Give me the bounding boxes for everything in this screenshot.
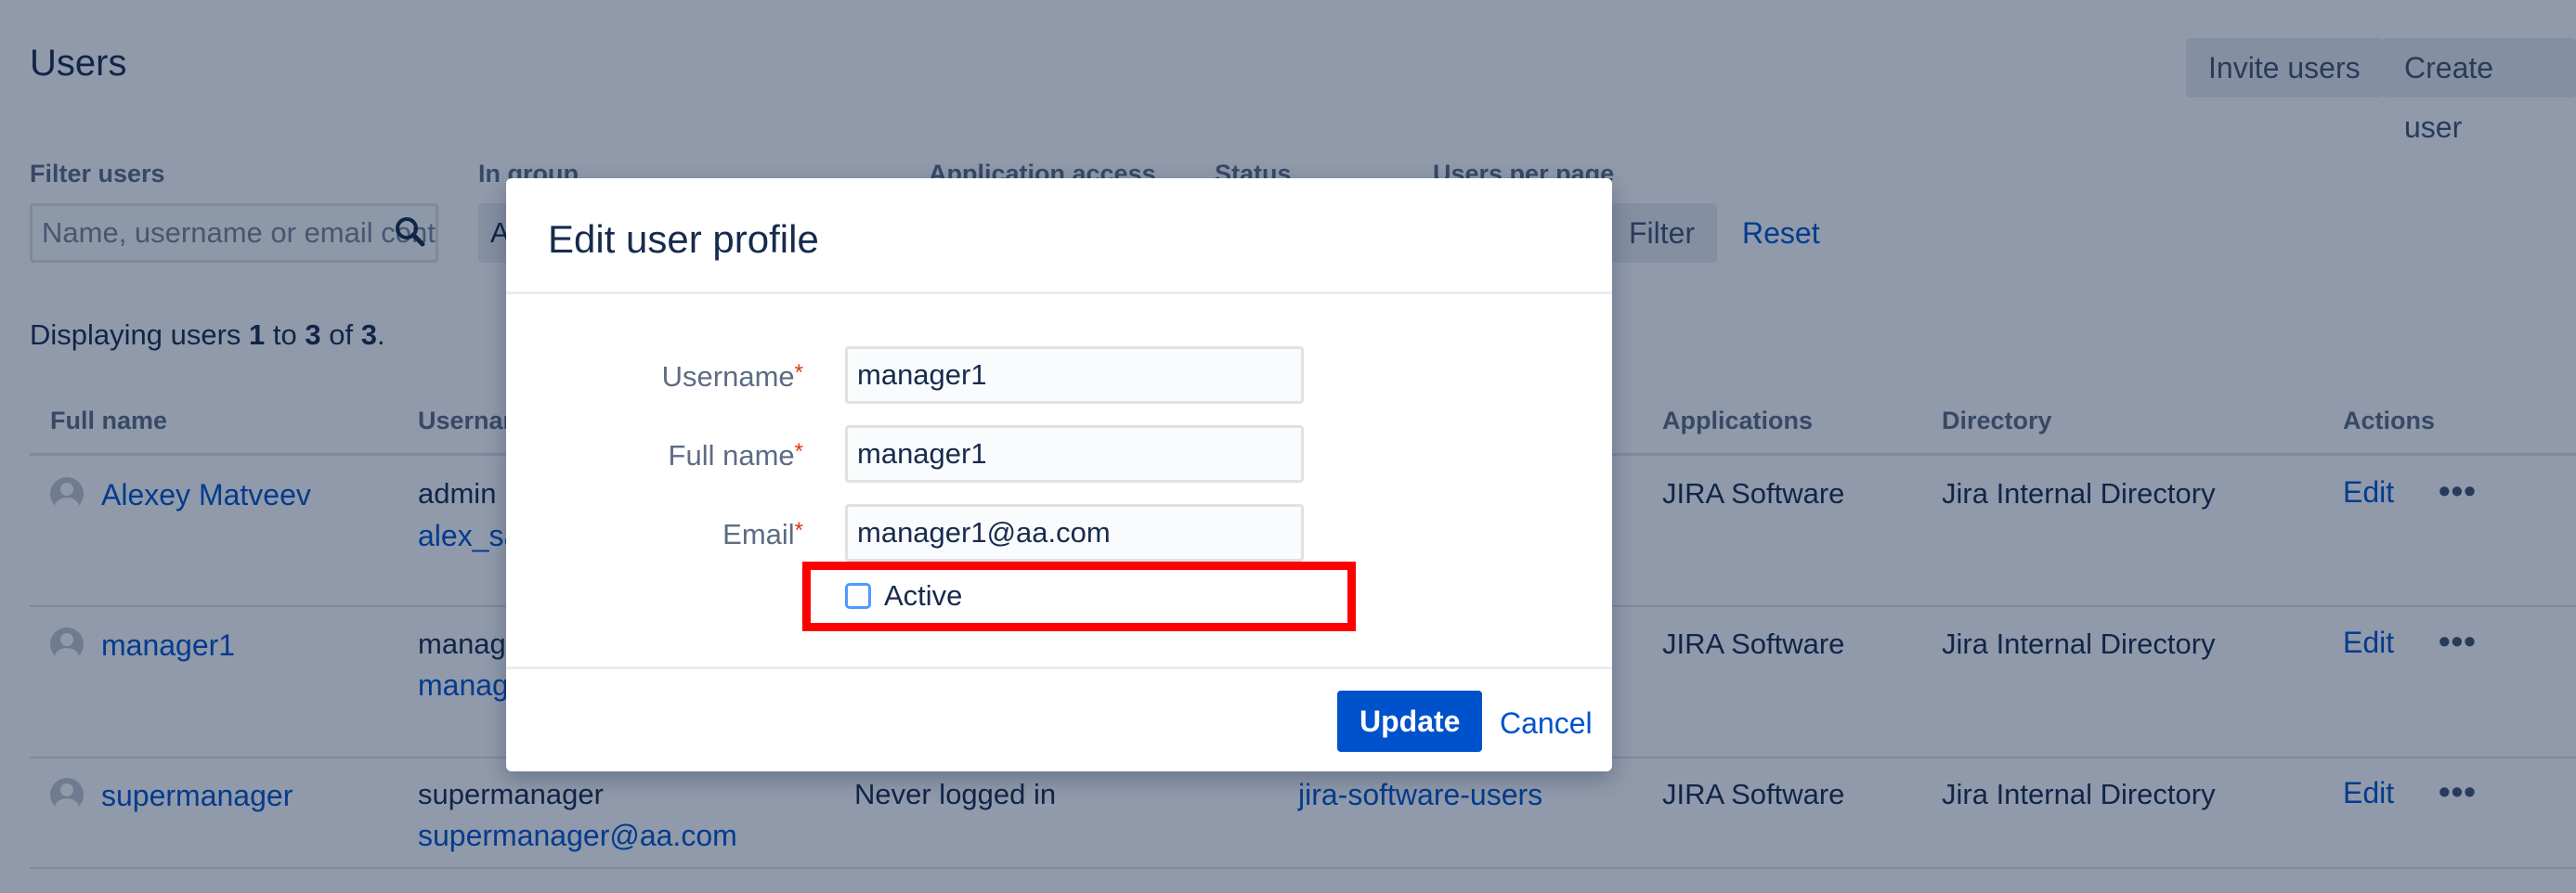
email-label: Email* xyxy=(506,518,803,551)
username-label-text: Username xyxy=(661,360,795,393)
dialog-header-divider xyxy=(506,291,1612,294)
active-checkbox-highlight xyxy=(802,562,1356,631)
required-marker: * xyxy=(794,518,803,543)
username-label: Username* xyxy=(506,360,803,394)
email-label-text: Email xyxy=(722,518,795,550)
full-name-field[interactable]: manager1 xyxy=(845,425,1304,483)
cancel-link[interactable]: Cancel xyxy=(1500,706,1593,741)
dialog-footer-divider xyxy=(506,667,1612,669)
full-name-label-text: Full name xyxy=(668,439,795,472)
required-marker: * xyxy=(794,439,803,464)
update-button[interactable]: Update xyxy=(1337,691,1483,752)
username-field[interactable]: manager1 xyxy=(845,346,1304,404)
email-field[interactable]: manager1@aa.com xyxy=(845,504,1304,562)
required-marker: * xyxy=(794,360,803,385)
dialog-title: Edit user profile xyxy=(548,217,819,261)
full-name-label: Full name* xyxy=(506,439,803,472)
edit-user-dialog: Edit user profile Username* manager1 Ful… xyxy=(506,178,1612,771)
